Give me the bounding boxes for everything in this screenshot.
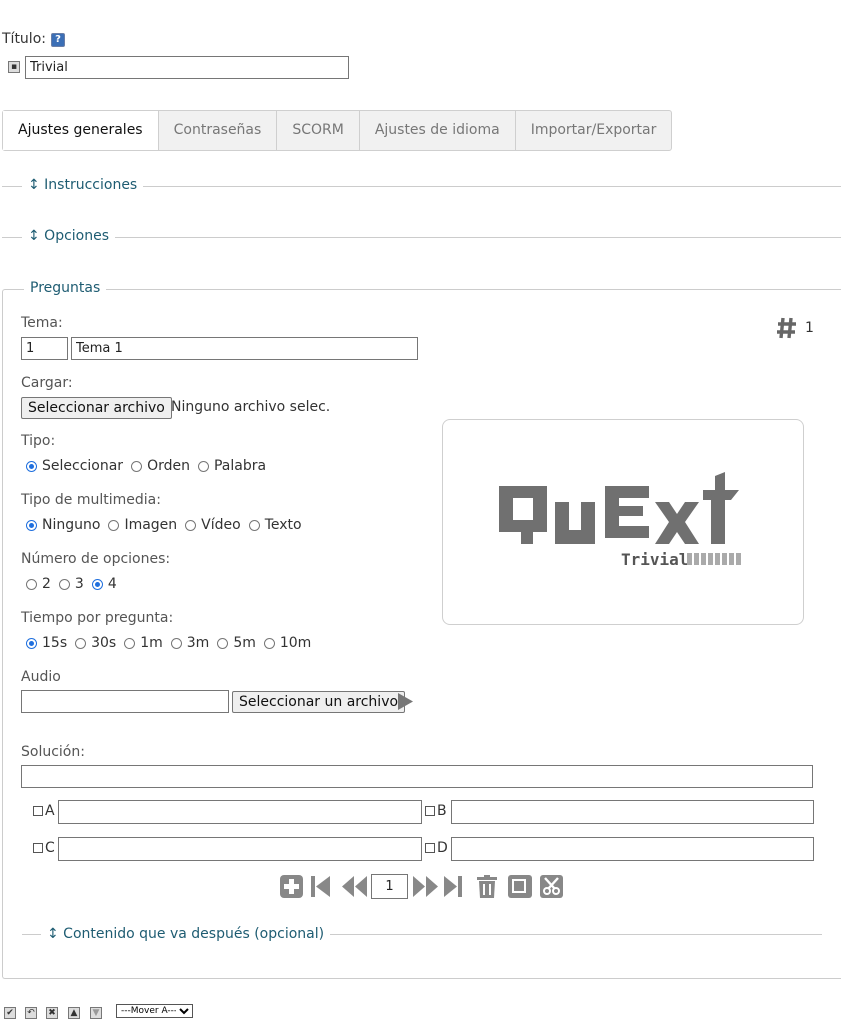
play-icon[interactable]: [397, 692, 414, 711]
radio-texto[interactable]: Texto: [248, 517, 302, 533]
tab-bar: Ajustes generales Contraseñas SCORM Ajus…: [2, 110, 673, 151]
radio-imagen[interactable]: Imagen: [108, 517, 177, 533]
radio-orden[interactable]: Orden: [131, 458, 190, 474]
question-number: 1: [805, 320, 814, 336]
section-instrucciones[interactable]: ↕ Instrucciones: [22, 177, 144, 193]
move-down-icon[interactable]: ▼: [90, 1007, 102, 1019]
answer-c-input[interactable]: [58, 837, 422, 861]
solution-label: Solución:: [21, 744, 85, 760]
tema-label: Tema:: [21, 315, 63, 331]
radio-video[interactable]: Vídeo: [185, 517, 241, 533]
radio-30s[interactable]: 30s: [75, 635, 116, 651]
title-input[interactable]: [25, 56, 349, 79]
answer-d-checkbox[interactable]: [425, 843, 435, 853]
answer-a-input[interactable]: [58, 800, 422, 824]
tipo-radio-group: Seleccionar Orden Palabra: [26, 458, 274, 474]
hash-icon: [777, 317, 796, 339]
answer-a-checkbox[interactable]: [33, 806, 43, 816]
radio-seleccionar[interactable]: Seleccionar: [26, 458, 123, 474]
undo-icon[interactable]: ↶: [25, 1007, 37, 1019]
answer-c-label[interactable]: C: [33, 840, 55, 856]
tab-scorm[interactable]: SCORM: [276, 111, 359, 150]
toggle-editor-icon[interactable]: ▪: [8, 61, 20, 73]
delete-question-icon[interactable]: [477, 875, 497, 898]
radio-5m[interactable]: 5m: [217, 635, 256, 651]
title-label: Título:: [2, 31, 46, 47]
answer-c-checkbox[interactable]: [33, 843, 43, 853]
radio-10m[interactable]: 10m: [263, 635, 311, 651]
radio-4[interactable]: 4: [91, 576, 117, 592]
multimedia-radio-group: Ninguno Imagen Vídeo Texto: [26, 517, 310, 533]
logo-subtitle: Trivial: [621, 550, 688, 569]
page-number-input[interactable]: [371, 874, 408, 899]
section-preguntas: Preguntas: [24, 280, 107, 296]
copy-question-icon[interactable]: [508, 875, 532, 898]
last-question-icon[interactable]: [444, 876, 462, 897]
tab-ajustes-idioma[interactable]: Ajustes de idioma: [358, 111, 515, 150]
previous-question-icon[interactable]: [342, 876, 368, 897]
section-contenido-despues[interactable]: ↕ Contenido que va después (opcional): [41, 926, 331, 942]
multimedia-label: Tipo de multimedia:: [21, 492, 161, 508]
radio-3m[interactable]: 3m: [170, 635, 209, 651]
radio-palabra[interactable]: Palabra: [197, 458, 266, 474]
move-to-select[interactable]: ---Mover A---: [116, 1004, 193, 1018]
cargar-label: Cargar:: [21, 375, 73, 391]
radio-2[interactable]: 2: [26, 576, 51, 592]
tema-number-input[interactable]: [21, 337, 68, 360]
tab-ajustes-generales[interactable]: Ajustes generales: [3, 111, 158, 150]
answer-b-checkbox[interactable]: [425, 806, 435, 816]
next-question-icon[interactable]: [412, 876, 438, 897]
num-options-radio-group: 2 3 4: [26, 576, 125, 592]
radio-ninguno[interactable]: Ninguno: [26, 517, 100, 533]
section-opciones[interactable]: ↕ Opciones: [22, 228, 116, 244]
answer-b-label[interactable]: B: [425, 803, 447, 819]
audio-input[interactable]: [21, 690, 229, 713]
solution-input[interactable]: [21, 765, 813, 788]
add-question-icon[interactable]: [280, 875, 303, 898]
time-radio-group: 15s 30s 1m 3m 5m 10m: [26, 635, 319, 651]
tema-name-input[interactable]: [71, 337, 418, 360]
tab-contrasenas[interactable]: Contraseñas: [157, 111, 277, 150]
quext-trivial-logo: Trivial: [499, 472, 741, 569]
move-up-icon[interactable]: ▲: [68, 1007, 80, 1019]
audio-label: Audio: [21, 669, 61, 685]
radio-3[interactable]: 3: [58, 576, 84, 592]
tab-importar-exportar[interactable]: Importar/Exportar: [514, 111, 672, 150]
divider: [2, 237, 841, 238]
file-status: Ninguno archivo selec.: [171, 399, 331, 415]
radio-1m[interactable]: 1m: [124, 635, 163, 651]
answer-a-label[interactable]: A: [33, 803, 55, 819]
first-question-icon[interactable]: [311, 876, 331, 897]
select-audio-button[interactable]: Seleccionar un archivo: [232, 691, 406, 713]
cut-question-icon[interactable]: [540, 875, 563, 898]
radio-15s[interactable]: 15s: [26, 635, 67, 651]
select-file-button[interactable]: Seleccionar archivo: [21, 397, 172, 419]
answer-d-input[interactable]: [451, 837, 814, 861]
help-icon[interactable]: ?: [51, 33, 65, 47]
tipo-label: Tipo:: [21, 433, 56, 449]
check-icon[interactable]: ✔: [4, 1007, 16, 1019]
time-label: Tiempo por pregunta:: [21, 610, 174, 626]
multimedia-preview: Trivial: [442, 419, 804, 625]
answer-b-input[interactable]: [451, 800, 814, 824]
delete-icon[interactable]: ✖: [46, 1007, 58, 1019]
answer-d-label[interactable]: D: [425, 840, 448, 856]
num-options-label: Número de opciones:: [21, 551, 171, 567]
